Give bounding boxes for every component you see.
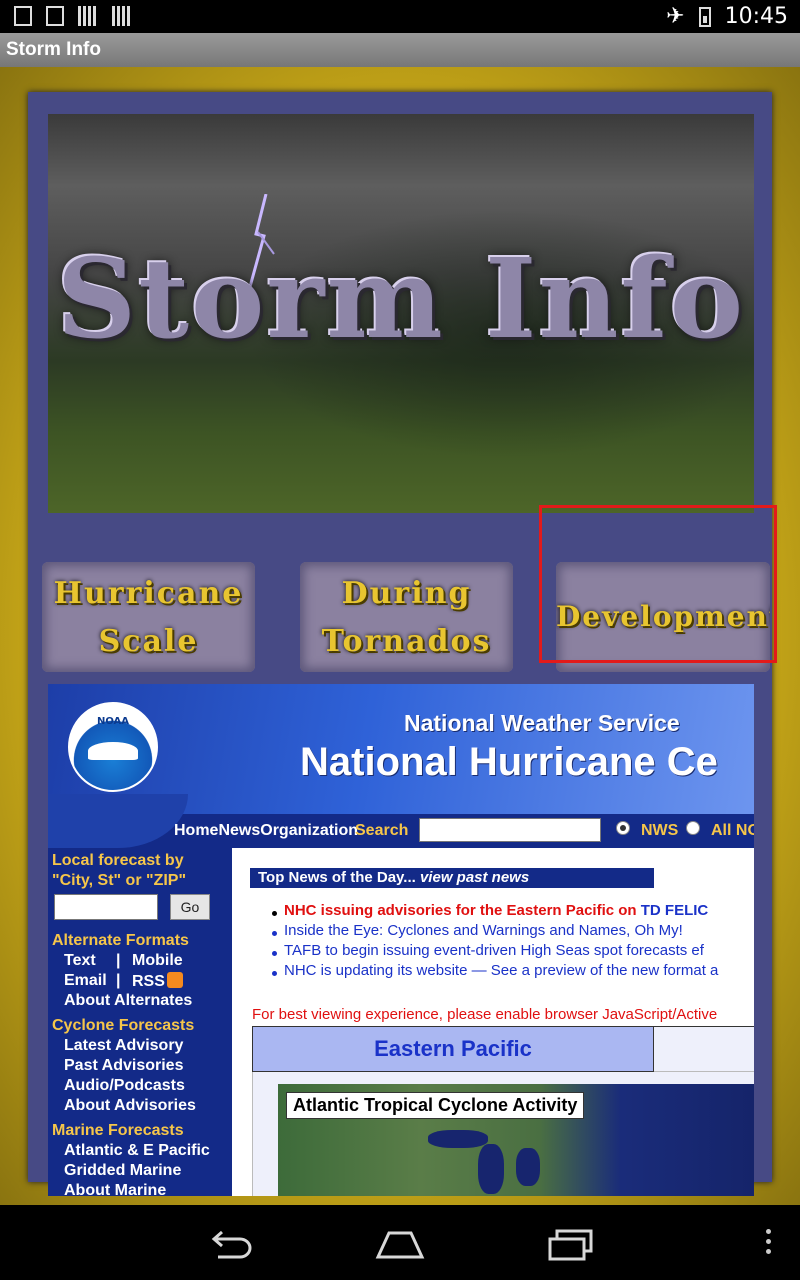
news-item[interactable]: Inside the Eye: Cyclones and Warnings an… bbox=[284, 922, 683, 939]
system-navigation-bar bbox=[0, 1205, 800, 1280]
separator: | bbox=[116, 972, 121, 989]
gridded-marine-link[interactable]: Gridded Marine bbox=[64, 1162, 181, 1180]
top-news-label: Top News of the Day... bbox=[258, 869, 416, 886]
button-label-line2: Scale bbox=[98, 624, 199, 659]
nhc-nav-links[interactable]: HomeNewsOrganization bbox=[174, 822, 358, 840]
noaa-logo-icon[interactable]: NOAA bbox=[68, 702, 158, 792]
local-forecast-input[interactable] bbox=[54, 894, 158, 920]
during-tornados-button[interactable]: During Tornados bbox=[300, 562, 513, 672]
noaa-logo-text: NOAA bbox=[96, 716, 130, 727]
nhc-webview[interactable]: NOAA National Weather Service National H… bbox=[48, 684, 754, 1196]
td-felicia-link[interactable]: TD FELIC bbox=[641, 902, 709, 919]
lake-shape bbox=[516, 1148, 540, 1186]
search-label: Search bbox=[355, 822, 409, 839]
bullet bbox=[272, 971, 277, 976]
radio-nws-label: NWS bbox=[641, 822, 679, 839]
mobile-link[interactable]: Mobile bbox=[132, 952, 183, 970]
nhc-nav-strip: HomeNewsOrganization Search NWS All NO bbox=[48, 794, 754, 848]
top-news-bar: Top News of the Day... view past news bbox=[250, 868, 654, 888]
separator: | bbox=[116, 952, 121, 969]
back-icon[interactable] bbox=[206, 1227, 254, 1267]
news-item[interactable]: TAFB to begin issuing event-driven High … bbox=[284, 942, 704, 959]
image-icon bbox=[46, 6, 64, 26]
rss-link[interactable]: RSS bbox=[132, 972, 183, 991]
email-link[interactable]: Email bbox=[64, 972, 107, 990]
menu-icon[interactable] bbox=[766, 1229, 772, 1259]
button-label-line1: Hurricane bbox=[53, 576, 244, 611]
atlantic-epacific-link[interactable]: Atlantic & E Pacific bbox=[64, 1142, 210, 1160]
airplane-mode-icon: ✈ bbox=[666, 4, 685, 29]
rss-label: RSS bbox=[132, 973, 165, 990]
status-bar: ✈ 10:45 bbox=[0, 0, 800, 33]
about-alternates-link[interactable]: About Alternates bbox=[64, 992, 192, 1010]
latest-advisory-link[interactable]: Latest Advisory bbox=[64, 1037, 183, 1055]
go-button[interactable]: Go bbox=[170, 894, 210, 920]
app-title: Storm Info bbox=[0, 33, 800, 67]
local-forecast-hint: "City, St" or "ZIP" bbox=[52, 872, 187, 889]
past-advisories-link[interactable]: Past Advisories bbox=[64, 1057, 183, 1075]
bullet bbox=[272, 931, 277, 936]
map-title: Atlantic Tropical Cyclone Activity bbox=[286, 1092, 585, 1119]
button-label-line2: Tornados bbox=[321, 624, 492, 659]
view-past-news-link[interactable]: view past news bbox=[420, 869, 529, 886]
status-time: 10:45 bbox=[724, 4, 788, 29]
radio-nws[interactable] bbox=[616, 821, 630, 835]
local-forecast-label: Local forecast by bbox=[52, 852, 184, 869]
bullet bbox=[272, 911, 277, 916]
cyclone-activity-map[interactable]: Atlantic Tropical Cyclone Activity bbox=[278, 1084, 754, 1196]
news-headline: NHC issuing advisories for the Eastern P… bbox=[284, 902, 641, 919]
cyclone-forecasts-heading[interactable]: Cyclone Forecasts bbox=[52, 1017, 194, 1035]
agency-name: National Weather Service bbox=[404, 710, 680, 736]
hero-banner: Storm Info bbox=[48, 114, 754, 513]
hero-title: Storm Info bbox=[56, 234, 746, 363]
radio-all-label: All NO bbox=[711, 822, 754, 839]
browser-warning: For best viewing experience, please enab… bbox=[252, 1006, 718, 1023]
hurricane-scale-button[interactable]: Hurricane Scale bbox=[42, 562, 255, 672]
rss-icon bbox=[166, 972, 183, 988]
alternate-formats-heading[interactable]: Alternate Formats bbox=[52, 932, 189, 950]
text-link[interactable]: Text bbox=[64, 952, 96, 970]
selection-highlight bbox=[539, 505, 777, 663]
barcode-icon bbox=[112, 6, 132, 26]
home-icon[interactable] bbox=[375, 1227, 425, 1267]
recent-apps-icon[interactable] bbox=[547, 1227, 595, 1267]
nhc-main-content: Top News of the Day... view past news NH… bbox=[232, 848, 754, 1196]
battery-charging-icon bbox=[698, 6, 711, 27]
center-title: National Hurricane Ce bbox=[300, 740, 718, 784]
about-marine-link[interactable]: About Marine bbox=[64, 1182, 166, 1196]
lake-shape bbox=[428, 1130, 488, 1148]
bird-icon bbox=[88, 742, 138, 760]
tab-eastern-pacific[interactable]: Eastern Pacific bbox=[252, 1026, 654, 1072]
news-item[interactable]: NHC is updating its website — See a prev… bbox=[284, 962, 718, 979]
header-curve bbox=[48, 794, 188, 848]
barcode-icon bbox=[78, 6, 98, 26]
button-label-line1: During bbox=[341, 576, 472, 611]
lake-shape bbox=[478, 1144, 504, 1194]
search-input[interactable] bbox=[419, 818, 601, 842]
download-icon bbox=[14, 6, 32, 26]
marine-forecasts-heading[interactable]: Marine Forecasts bbox=[52, 1122, 184, 1140]
bullet bbox=[272, 951, 277, 956]
tab-strip-remainder bbox=[654, 1026, 754, 1072]
nhc-sidebar: Local forecast by "City, St" or "ZIP" Go… bbox=[48, 848, 232, 1196]
about-advisories-link[interactable]: About Advisories bbox=[64, 1097, 196, 1115]
radio-all-noaa[interactable] bbox=[686, 821, 700, 835]
news-item[interactable]: NHC issuing advisories for the Eastern P… bbox=[284, 902, 708, 919]
audio-podcasts-link[interactable]: Audio/Podcasts bbox=[64, 1077, 185, 1095]
